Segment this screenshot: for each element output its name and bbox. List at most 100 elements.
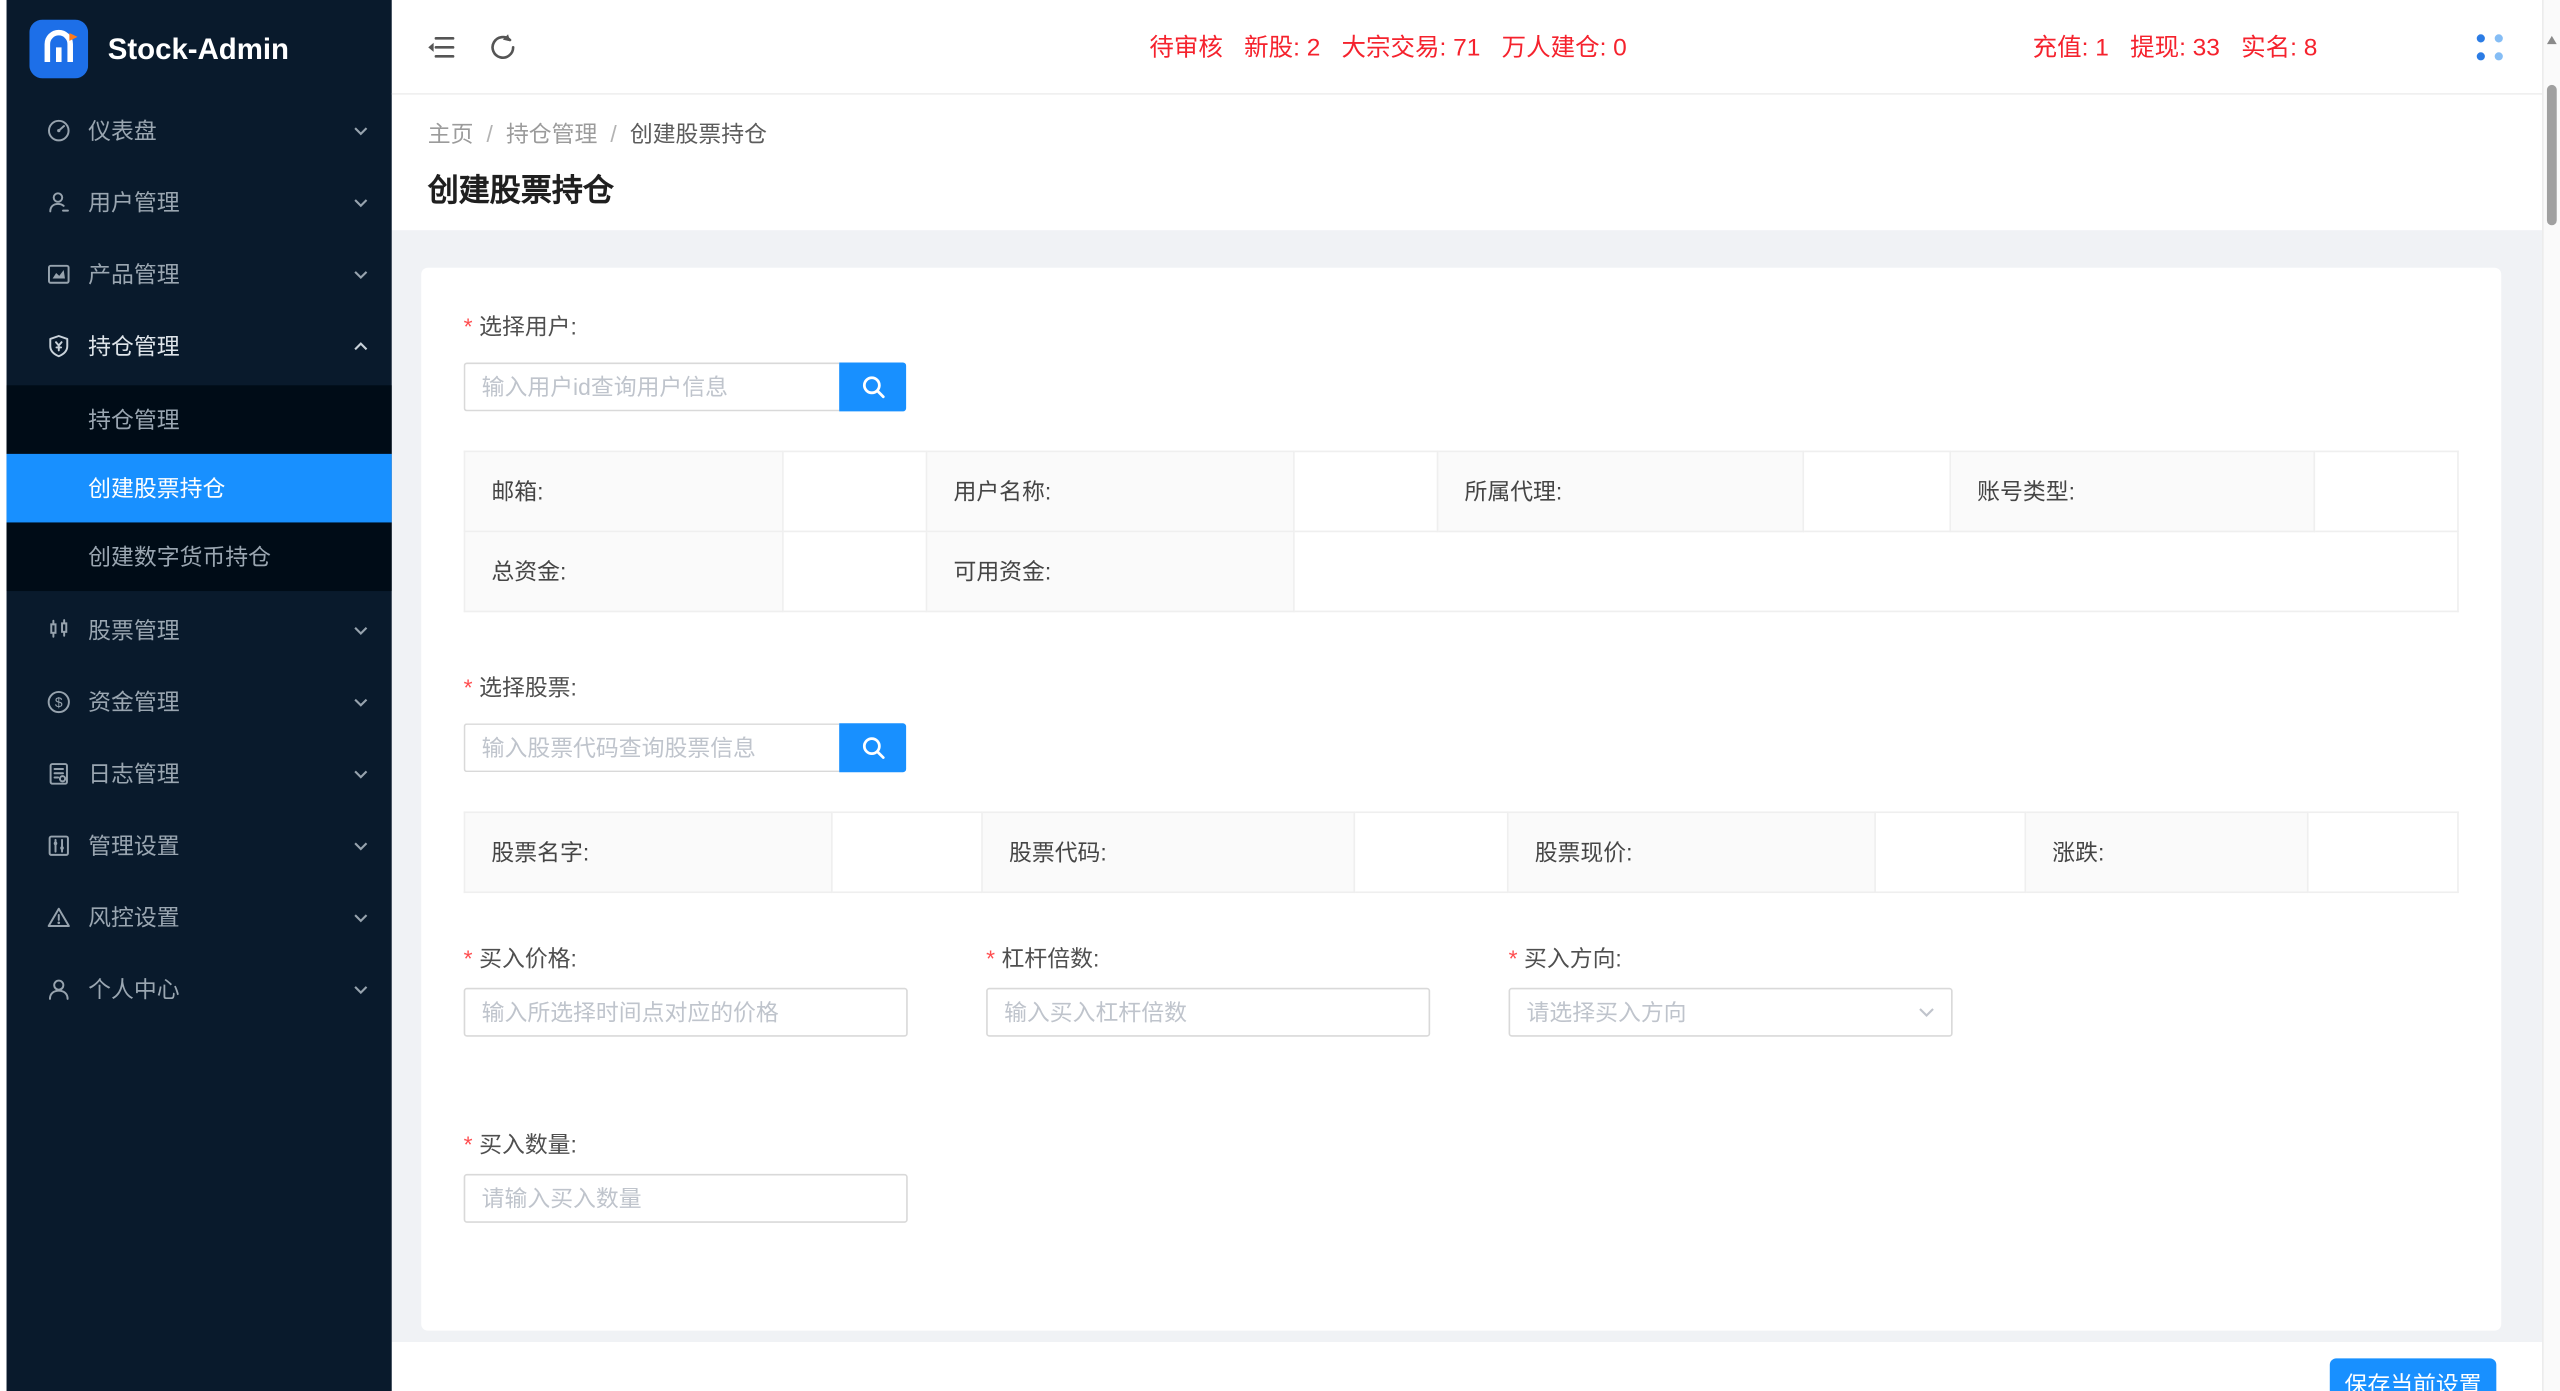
info-label-stock-price: 股票现价:: [1508, 812, 1875, 892]
submenu-item-create-crypto-position[interactable]: 创建数字货币持仓: [7, 522, 392, 591]
leverage-field: * 杠杆倍数:: [986, 942, 1430, 1037]
info-value-cell: [1294, 451, 1438, 531]
stat-block-trade[interactable]: 大宗交易: 71: [1342, 29, 1481, 63]
leverage-input[interactable]: [986, 988, 1430, 1037]
breadcrumb-separator: /: [487, 121, 493, 147]
stat-new-stock[interactable]: 新股: 2: [1244, 29, 1320, 63]
submenu-item-position-manage[interactable]: 持仓管理: [7, 385, 392, 454]
info-value-cell: [783, 451, 927, 531]
sidebar-item-positions[interactable]: 持仓管理: [7, 313, 392, 378]
chevron-down-icon: [353, 269, 369, 280]
submenu-item-label: 创建数字货币持仓: [88, 540, 271, 573]
sidebar-item-label: 用户管理: [88, 186, 352, 219]
required-mark: *: [464, 674, 473, 700]
info-label-account-type: 账号类型:: [1950, 451, 2314, 531]
title-block: 主页 / 持仓管理 / 创建股票持仓 创建股票持仓: [392, 95, 2560, 231]
sidebar-item-products[interactable]: 产品管理: [7, 242, 392, 307]
dot: [2477, 51, 2485, 59]
stock-search-group: [464, 723, 2459, 772]
candlestick-icon: [46, 617, 72, 643]
stat-real-name[interactable]: 实名: 8: [2241, 29, 2317, 63]
chevron-down-icon: [353, 696, 369, 707]
user-search-button[interactable]: [839, 362, 906, 411]
position-shield-icon: [46, 333, 72, 359]
search-icon: [860, 735, 886, 761]
app-logo-icon: [29, 20, 88, 79]
sidebar-item-logs[interactable]: 日志管理: [7, 741, 392, 806]
scrollbar-up-arrow[interactable]: [2547, 36, 2557, 44]
chevron-down-icon: [353, 624, 369, 635]
scrollbar-thumb[interactable]: [2547, 85, 2557, 225]
info-label-available-funds: 可用资金:: [927, 531, 1294, 611]
breadcrumb-positions[interactable]: 持仓管理: [506, 118, 597, 151]
chevron-down-icon: [353, 912, 369, 923]
direction-select-placeholder: 请选择买入方向: [1527, 996, 1687, 1029]
sidebar-item-users[interactable]: 用户管理: [7, 170, 392, 235]
trade-fields-row: * 买入价格: * 杠杆倍数: *: [464, 942, 2459, 1037]
product-chart-icon: [46, 261, 72, 287]
info-label-stock-code: 股票代码:: [982, 812, 1354, 892]
submenu-item-create-stock-position[interactable]: 创建股票持仓: [7, 454, 392, 523]
stat-mass-position[interactable]: 万人建仓: 0: [1502, 29, 1627, 63]
chevron-down-icon: [353, 125, 369, 136]
sidebar-item-stocks[interactable]: 股票管理: [7, 598, 392, 663]
chevron-down-icon: [353, 984, 369, 995]
stock-info-table: 股票名字: 股票代码: 股票现价: 涨跌:: [464, 811, 2459, 893]
select-user-label: * 选择用户:: [464, 310, 2459, 343]
user-search-input[interactable]: [464, 362, 840, 411]
direction-field: * 买入方向: 请选择买入方向: [1509, 942, 1953, 1037]
info-label-change: 涨跌:: [2025, 812, 2307, 892]
logo[interactable]: Stock-Admin: [7, 0, 392, 85]
dot: [2495, 51, 2503, 59]
sidebar-item-profile[interactable]: 个人中心: [7, 957, 392, 1022]
search-icon: [860, 374, 886, 400]
quantity-input[interactable]: [464, 1174, 908, 1223]
direction-select[interactable]: 请选择买入方向: [1509, 988, 1953, 1037]
user-info-table: 邮箱: 用户名称: 所属代理: 账号类型: 总资金: 可用资金:: [464, 451, 2459, 613]
refresh-icon[interactable]: [487, 30, 520, 63]
main-area: 待审核 新股: 2 大宗交易: 71 万人建仓: 0 充值: 1 提现: 33 …: [392, 0, 2560, 1391]
dollar-circle-icon: $: [46, 689, 72, 715]
stock-search-button[interactable]: [839, 723, 906, 772]
info-label-stock-name: 股票名字:: [464, 812, 831, 892]
save-button[interactable]: 保存当前设置: [2330, 1358, 2497, 1391]
sidebar-item-label: 持仓管理: [88, 330, 352, 363]
sidebar-item-dashboard[interactable]: 仪表盘: [7, 98, 392, 163]
stat-pending-review[interactable]: 待审核: [1149, 29, 1222, 63]
breadcrumb-home[interactable]: 主页: [428, 118, 474, 151]
submenu-item-label: 持仓管理: [88, 403, 179, 436]
buy-price-input[interactable]: [464, 988, 908, 1037]
stat-recharge[interactable]: 充值: 1: [2033, 29, 2109, 63]
breadcrumb-separator: /: [610, 121, 616, 147]
menu-fold-icon[interactable]: [424, 30, 457, 63]
stock-search-input[interactable]: [464, 723, 840, 772]
positions-submenu: 持仓管理 创建股票持仓 创建数字货币持仓: [7, 385, 392, 591]
info-value-cell: [2314, 451, 2458, 531]
sidebar-item-admin-settings[interactable]: 管理设置: [7, 813, 392, 878]
submenu-item-label: 创建股票持仓: [88, 472, 225, 505]
apps-grid-icon[interactable]: [2477, 33, 2503, 59]
person-icon: [46, 976, 72, 1002]
sidebar-item-label: 仪表盘: [88, 114, 352, 147]
dashboard-icon: [46, 118, 72, 144]
breadcrumb: 主页 / 持仓管理 / 创建股票持仓: [428, 118, 2560, 151]
money-stats: 充值: 1 提现: 33 实名: 8: [2033, 0, 2318, 93]
quantity-label: * 买入数量:: [464, 1128, 2459, 1161]
page-scrollbar[interactable]: [2542, 0, 2560, 1391]
stat-withdraw[interactable]: 提现: 33: [2130, 29, 2220, 63]
chevron-down-icon: [353, 768, 369, 779]
app-title: Stock-Admin: [108, 32, 289, 66]
direction-label: * 买入方向:: [1509, 942, 1953, 975]
info-label-email: 邮箱:: [464, 451, 782, 531]
svg-text:$: $: [55, 694, 63, 710]
sidebar-item-risk-settings[interactable]: 风控设置: [7, 885, 392, 950]
sidebar-item-funds[interactable]: $ 资金管理: [7, 669, 392, 734]
required-mark: *: [464, 313, 473, 339]
pending-stats: 待审核 新股: 2 大宗交易: 71 万人建仓: 0: [1149, 0, 1626, 93]
info-value-cell: [1354, 812, 1507, 892]
sidebar-menu: 仪表盘 用户管理 产品管理: [7, 85, 392, 1029]
sidebar-item-label: 股票管理: [88, 614, 352, 647]
leverage-label: * 杠杆倍数:: [986, 942, 1430, 975]
info-value-cell: [832, 812, 982, 892]
breadcrumb-current: 创建股票持仓: [630, 118, 767, 151]
